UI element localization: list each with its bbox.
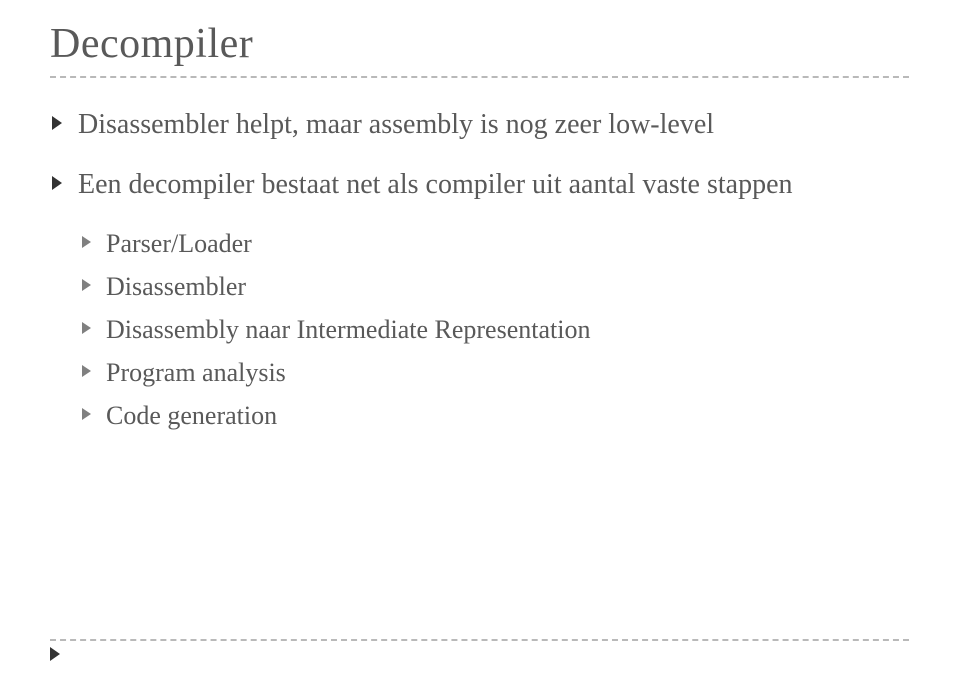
bullet-level1: Disassembler helpt, maar assembly is nog… <box>50 106 909 144</box>
bullet-text: Een decompiler bestaat net als compiler … <box>78 169 793 200</box>
slide-title: Decompiler <box>50 20 909 68</box>
triangle-bullet-icon <box>82 408 91 420</box>
bullet-text: Parser/Loader <box>106 229 252 258</box>
slide: Decompiler Disassembler helpt, maar asse… <box>0 0 959 691</box>
bullet-level2: Disassembler <box>50 269 909 304</box>
triangle-bullet-icon <box>52 176 62 190</box>
triangle-bullet-icon <box>82 279 91 291</box>
footer-triangle-icon <box>50 647 60 661</box>
bullet-level2: Parser/Loader <box>50 226 909 261</box>
triangle-bullet-icon <box>82 322 91 334</box>
slide-footer <box>50 639 909 661</box>
bullet-level1: Een decompiler bestaat net als compiler … <box>50 166 909 204</box>
bullet-text: Disassembler helpt, maar assembly is nog… <box>78 109 714 140</box>
triangle-bullet-icon <box>82 236 91 248</box>
bullet-level2: Program analysis <box>50 355 909 390</box>
bullet-text: Disassembler <box>106 272 246 301</box>
title-divider <box>50 76 909 78</box>
bullet-level2: Code generation <box>50 398 909 433</box>
bullet-text: Code generation <box>106 401 277 430</box>
triangle-bullet-icon <box>82 365 91 377</box>
footer-divider <box>50 639 909 641</box>
bullet-level2: Disassembly naar Intermediate Representa… <box>50 312 909 347</box>
slide-content: Disassembler helpt, maar assembly is nog… <box>50 106 909 433</box>
triangle-bullet-icon <box>52 116 62 130</box>
bullet-text: Disassembly naar Intermediate Representa… <box>106 315 590 344</box>
bullet-text: Program analysis <box>106 358 286 387</box>
